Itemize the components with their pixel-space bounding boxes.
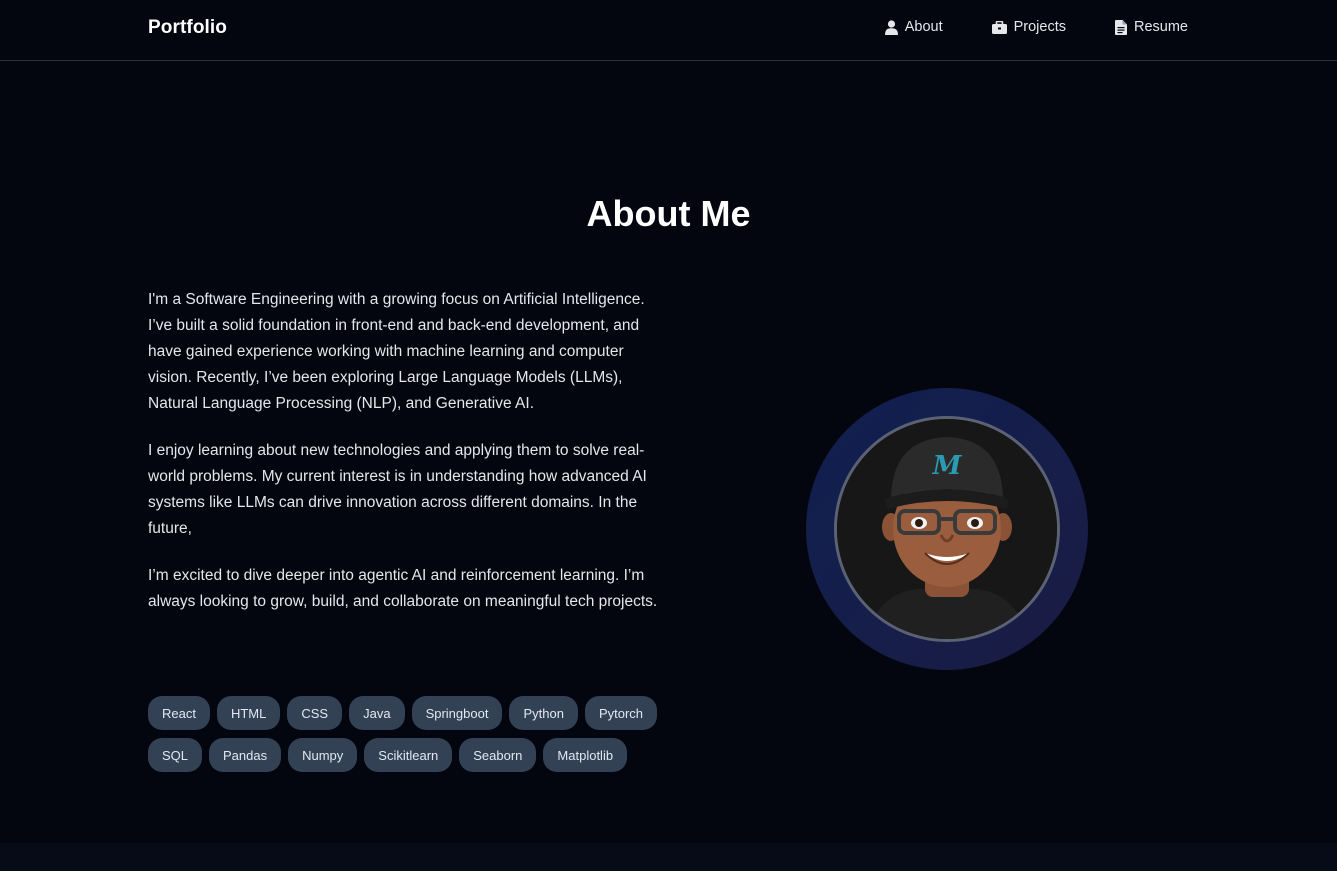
skill-chip: Scikitlearn: [364, 738, 453, 772]
user-icon: [884, 19, 898, 35]
skill-chip: Pandas: [209, 738, 282, 772]
nav-link-resume[interactable]: Resume: [1115, 19, 1188, 35]
about-paragraph: I enjoy learning about new technologies …: [148, 442, 647, 537]
svg-text:M: M: [932, 451, 963, 481]
nav-link-about[interactable]: About: [884, 19, 943, 35]
skill-chip: Seaborn: [459, 738, 537, 772]
nav-link-label: Resume: [1134, 19, 1188, 35]
skill-chip: SQL: [148, 738, 203, 772]
nav-link-projects[interactable]: Projects: [991, 19, 1066, 35]
nav-link-label: Projects: [1013, 19, 1066, 35]
nav-link-label: About: [904, 19, 943, 35]
about-paragraph: I’m excited to dive deeper into agentic …: [148, 567, 658, 610]
briefcase-icon: [991, 20, 1007, 34]
skill-chip: Springboot: [411, 696, 503, 730]
page-title: About Me: [586, 193, 751, 234]
avatar-image: M: [837, 419, 1057, 639]
nav-links: About Projects Resume: [884, 19, 1188, 35]
skill-chip: HTML: [216, 696, 281, 730]
skill-chip: React: [148, 696, 210, 730]
skill-chip: CSS: [287, 696, 343, 730]
brand-logo[interactable]: Portfolio: [148, 17, 227, 39]
skills-list: React HTML CSS Java Springboot Python Py…: [148, 696, 658, 772]
skill-chip: Pytorch: [584, 696, 658, 730]
about-description: I'm a Software Engineering with a growin…: [148, 287, 658, 636]
navbar: Portfolio About Projects Resume: [0, 0, 1337, 61]
skill-chip: Python: [509, 696, 578, 730]
skill-chip: Matplotlib: [543, 738, 628, 772]
skill-chip: Java: [349, 696, 405, 730]
skill-chip: Numpy: [288, 738, 358, 772]
avatar: M: [834, 416, 1060, 642]
footer-strip: [0, 843, 1337, 871]
document-icon: [1115, 19, 1127, 35]
about-paragraph: I'm a Software Engineering with a growin…: [148, 291, 645, 412]
